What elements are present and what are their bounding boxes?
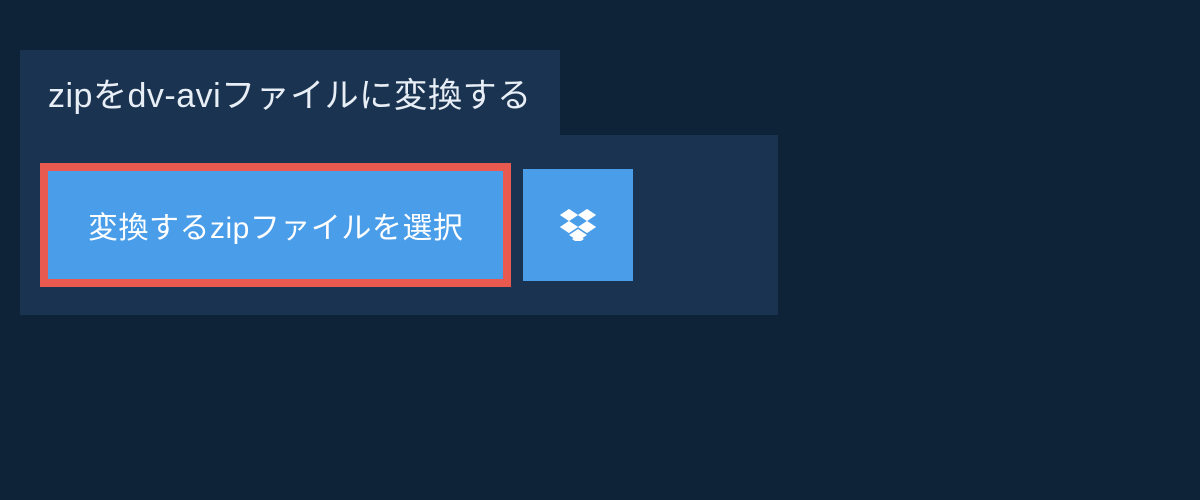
dropbox-button[interactable] (523, 169, 633, 281)
page-title: zipをdv-aviファイルに変換する (48, 68, 532, 117)
title-box: zipをdv-aviファイルに変換する (20, 50, 560, 135)
upload-section: 変換するzipファイルを選択 (20, 135, 778, 315)
converter-container: zipをdv-aviファイルに変換する 変換するzipファイルを選択 (0, 0, 1200, 315)
select-file-button[interactable]: 変換するzipファイルを選択 (40, 163, 511, 287)
title-suffix: ファイルに変換する (221, 77, 532, 115)
target-format: dv-avi (127, 77, 221, 115)
dropbox-icon (560, 209, 596, 241)
source-format: zip (48, 77, 93, 115)
title-particle: を (93, 77, 128, 115)
